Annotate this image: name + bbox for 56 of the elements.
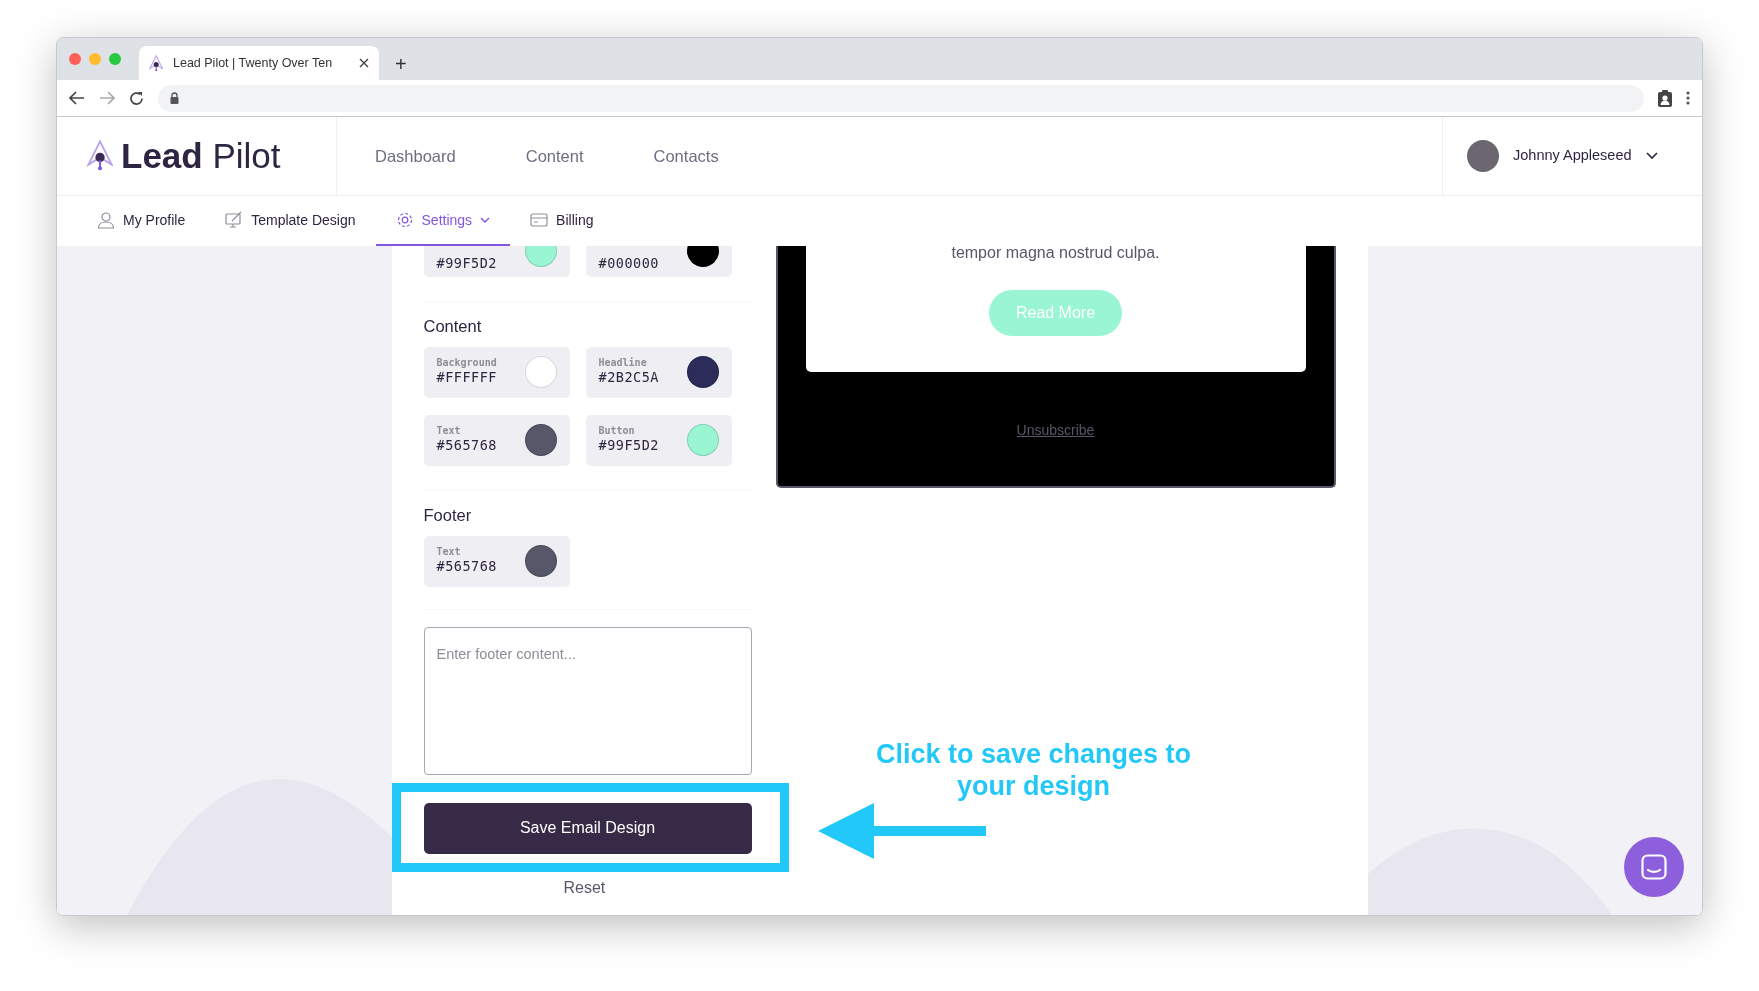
color-swatch[interactable]: Headline #2B2C5A <box>585 346 732 398</box>
user-menu[interactable]: Johnny Appleseed <box>1442 117 1702 195</box>
swatch-value: #2B2C5A <box>598 369 659 387</box>
new-tab-button[interactable]: + <box>395 54 407 74</box>
section-heading: Footer <box>423 504 473 526</box>
avatar <box>1467 140 1499 172</box>
subnav-tab[interactable]: My Profile <box>77 196 206 246</box>
color-swatch[interactable]: #000000 <box>585 246 732 277</box>
rocket-logo-icon <box>87 140 113 172</box>
tab-title: Lead Pilot | Twenty Over Ten <box>173 54 334 72</box>
nav-link[interactable]: Dashboard <box>375 143 456 169</box>
browser-tab[interactable]: Lead Pilot | Twenty Over Ten <box>139 46 379 80</box>
swatch-label: Text <box>436 425 462 438</box>
nav-link[interactable]: Contacts <box>653 143 719 169</box>
swatch-value: #99F5D2 <box>598 437 659 455</box>
color-swatch[interactable]: Button #99F5D2 <box>585 414 732 466</box>
menu-icon[interactable] <box>1686 91 1690 105</box>
forward-icon[interactable] <box>99 91 115 105</box>
credit-card-icon <box>530 211 549 229</box>
color-swatch[interactable]: Background #FFFFFF <box>423 346 570 398</box>
swatch-value: #FFFFFF <box>436 369 497 387</box>
nav-link[interactable]: Content <box>525 143 584 169</box>
reset-link[interactable]: Reset <box>563 875 606 900</box>
chevron-down-icon <box>1645 152 1658 160</box>
footer-content-field[interactable]: Enter footer content... <box>423 626 752 775</box>
window-control-icon[interactable] <box>69 53 81 65</box>
swatch-label: Background <box>436 357 497 370</box>
email-body-text: tempor magna nostrud culpa. <box>951 246 1160 263</box>
section-heading: Content <box>423 316 483 337</box>
monitor-pen-icon <box>225 211 244 229</box>
gear-icon <box>395 211 414 229</box>
chat-button[interactable] <box>1624 837 1684 897</box>
annotation-text: Click to save changes to your design <box>874 738 1193 803</box>
color-swatch[interactable]: #99F5D2 <box>423 246 570 277</box>
logo-text: Lead Pilot <box>121 134 281 177</box>
subnav-tab[interactable]: Billing <box>510 196 614 246</box>
lock-icon <box>170 92 179 104</box>
logo-icon <box>149 55 163 71</box>
chat-icon <box>1641 854 1667 880</box>
profile-icon[interactable] <box>1658 89 1672 107</box>
subnav-tab[interactable]: Template Design <box>205 196 376 246</box>
color-swatch[interactable]: Text #565768 <box>423 414 570 466</box>
swatch-label: Headline <box>598 357 648 370</box>
save-button[interactable]: Save Email Design <box>423 802 752 854</box>
back-icon[interactable] <box>69 91 85 105</box>
swatch-label: Text <box>436 546 462 559</box>
swatch-value: #000000 <box>598 255 659 273</box>
swatch-label: Button <box>598 425 636 438</box>
swatch-value: #99F5D2 <box>436 255 497 273</box>
person-icon <box>97 211 115 229</box>
reload-icon[interactable] <box>129 90 144 106</box>
close-icon[interactable] <box>359 58 369 68</box>
swatch-value: #565768 <box>436 437 497 455</box>
swatch-value: #565768 <box>436 558 497 576</box>
color-swatch[interactable]: Text #565768 <box>423 535 570 587</box>
arrow-icon <box>817 802 986 859</box>
